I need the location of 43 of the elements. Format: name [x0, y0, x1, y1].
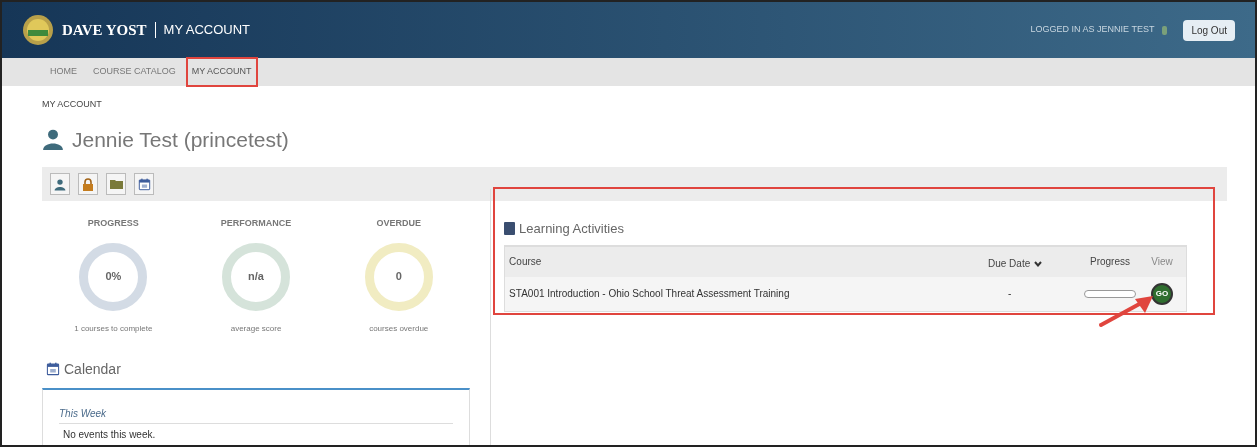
due-date-cell-text: - [1007, 287, 1013, 301]
column-header: View [1150, 255, 1174, 269]
lock-icon [82, 177, 94, 191]
logged-in-label: LOGGED IN AS JENNIE TEST [1030, 23, 1155, 37]
empty-message: No events this week. [62, 427, 157, 442]
person-icon [54, 177, 66, 191]
nav-link[interactable]: HOME [46, 59, 81, 85]
section-title: MY ACCOUNT [163, 21, 251, 40]
stat-caption: 1 courses to complete [74, 322, 153, 335]
lock-button[interactable] [78, 173, 98, 195]
folder-button[interactable] [106, 173, 126, 195]
calendar-icon [137, 177, 151, 191]
brand-name: DAVE YOST [62, 20, 147, 40]
person-icon [42, 127, 64, 152]
week-label: This Week [59, 405, 454, 424]
calendar-icon [46, 362, 60, 376]
stat-title: OVERDUE [376, 217, 421, 230]
section-title: Learning Activities [519, 220, 624, 238]
stat-value: 0 [395, 269, 402, 285]
stat-caption: average score [230, 322, 282, 335]
profile-button[interactable] [50, 173, 70, 195]
stat-caption: courses overdue [369, 322, 429, 335]
sort-column-header[interactable]: Due Date [988, 256, 1078, 271]
go-button[interactable]: GO [1151, 282, 1173, 305]
stat-title: PERFORMANCE [220, 217, 292, 230]
user-name: Jennie Test (princetest) [72, 126, 289, 153]
column-header: Course [509, 255, 543, 269]
seal-logo-icon [22, 14, 54, 46]
calendar-button[interactable] [134, 173, 154, 195]
book-icon [504, 222, 516, 236]
pin-icon [1162, 25, 1168, 35]
nav-link[interactable]: COURSE CATALOG [89, 59, 180, 85]
stat-value: n/a [248, 269, 264, 285]
calendar-title: Calendar [64, 359, 121, 379]
course-cell-text: STA001 Introduction - Ohio School Threat Assessment Training [509, 287, 791, 301]
nav-link[interactable]: MY ACCOUNT [187, 59, 256, 85]
folder-icon [109, 179, 123, 189]
breadcrumb: MY ACCOUNT [42, 98, 103, 111]
column-header: Progress [1089, 255, 1131, 269]
logout-button[interactable]: Log Out [1183, 19, 1235, 41]
chevron-down-icon [1034, 260, 1043, 267]
stat-title: PROGRESS [87, 217, 139, 230]
stat-value: 0% [105, 269, 122, 285]
